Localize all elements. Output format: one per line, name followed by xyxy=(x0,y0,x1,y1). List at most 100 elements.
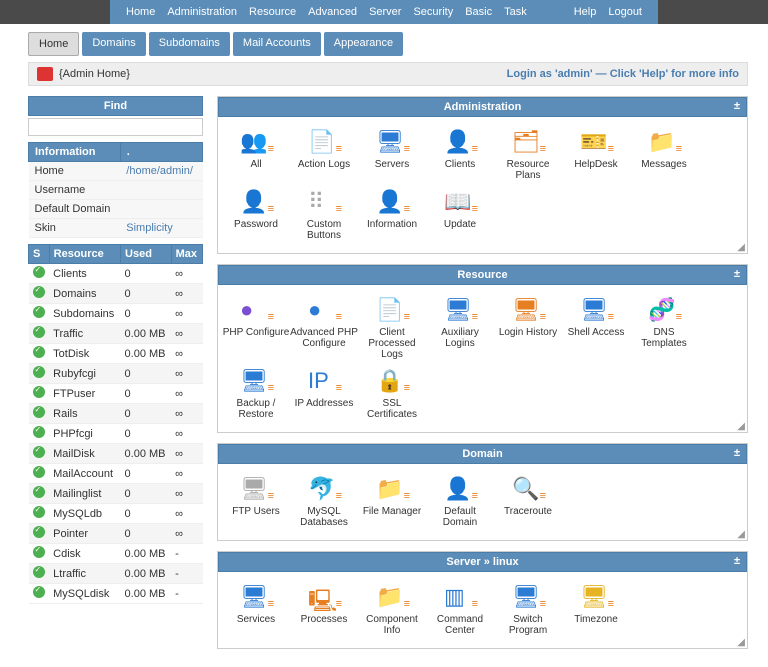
tab-home[interactable]: Home xyxy=(28,32,79,56)
item-information[interactable]: 👤≡Information xyxy=(358,189,426,241)
info-key: Username xyxy=(29,181,121,200)
tab-mail-accounts[interactable]: Mail Accounts xyxy=(233,32,321,56)
item-switch-program[interactable]: 🖥≡Switch Program xyxy=(494,584,562,636)
find-input[interactable] xyxy=(28,118,203,136)
res-name[interactable]: MailAccount xyxy=(49,464,120,484)
status-ok-icon xyxy=(33,586,45,598)
item-services[interactable]: 🖥≡Services xyxy=(222,584,290,636)
resize-handle-icon[interactable]: ◢ xyxy=(737,529,745,540)
item-icon: 🖳≡ xyxy=(306,584,342,610)
res-name[interactable]: Rails xyxy=(49,404,120,424)
item-client-processed-logs[interactable]: 📄≡Client Processed Logs xyxy=(358,297,426,360)
tab-subdomains[interactable]: Subdomains xyxy=(149,32,230,56)
item-clients[interactable]: 👤≡Clients xyxy=(426,129,494,181)
item-advanced-php-configure[interactable]: ●≡Advanced PHP Configure xyxy=(290,297,358,360)
item-command-center[interactable]: ▥≡Command Center xyxy=(426,584,494,636)
nav-resource[interactable]: Resource xyxy=(243,6,302,18)
item-traceroute[interactable]: 🔍≡Traceroute xyxy=(494,476,562,528)
info-val[interactable]: /home/admin/ xyxy=(120,162,202,181)
item-label: Command Center xyxy=(426,614,494,636)
info-key: Default Domain xyxy=(29,200,121,219)
item-processes[interactable]: 🖳≡Processes xyxy=(290,584,358,636)
item-helpdesk[interactable]: 🎫≡HelpDesk xyxy=(562,129,630,181)
res-name[interactable]: Ltraffic xyxy=(49,564,120,584)
item-icon: 🎫≡ xyxy=(578,129,614,155)
collapse-icon[interactable]: ± xyxy=(734,268,740,280)
resource-table: SResourceUsedMax Clients0∞Domains0∞Subdo… xyxy=(28,244,203,604)
status-ok-icon xyxy=(33,326,45,338)
status-ok-icon xyxy=(33,466,45,478)
item-messages[interactable]: 📁≡Messages xyxy=(630,129,698,181)
item-component-info[interactable]: 📁≡Component Info xyxy=(358,584,426,636)
nav-server[interactable]: Server xyxy=(363,6,407,18)
nav-security[interactable]: Security xyxy=(407,6,459,18)
item-ftp-users[interactable]: 🖥≡FTP Users xyxy=(222,476,290,528)
res-name[interactable]: TotDisk xyxy=(49,344,120,364)
res-name[interactable]: FTPuser xyxy=(49,384,120,404)
nav-advanced[interactable]: Advanced xyxy=(302,6,363,18)
status-cell xyxy=(29,364,50,384)
tab-domains[interactable]: Domains xyxy=(82,32,145,56)
item-file-manager[interactable]: 📁≡File Manager xyxy=(358,476,426,528)
item-login-history[interactable]: 🖥≡Login History xyxy=(494,297,562,360)
collapse-icon[interactable]: ± xyxy=(734,555,740,567)
item-icon: 🧬≡ xyxy=(646,297,682,323)
item-custom-buttons[interactable]: ⠿≡Custom Buttons xyxy=(290,189,358,241)
resize-handle-icon[interactable]: ◢ xyxy=(737,242,745,253)
collapse-icon[interactable]: ± xyxy=(734,100,740,112)
status-cell xyxy=(29,464,50,484)
find-panel-header: Find xyxy=(28,96,203,116)
item-update[interactable]: 📖≡Update xyxy=(426,189,494,241)
item-resource-plans[interactable]: 🗂≡Resource Plans xyxy=(494,129,562,181)
item-servers[interactable]: 🖥≡Servers xyxy=(358,129,426,181)
item-php-configure[interactable]: ●≡PHP Configure xyxy=(222,297,290,360)
tab-appearance[interactable]: Appearance xyxy=(324,32,403,56)
nav-home[interactable]: Home xyxy=(120,6,161,18)
logout-link[interactable]: Logout xyxy=(602,6,648,18)
item-ssl-certificates[interactable]: 🔒≡SSL Certificates xyxy=(358,368,426,420)
status-cell xyxy=(29,424,50,444)
item-label: Auxiliary Logins xyxy=(426,327,494,349)
item-action-logs[interactable]: 📄≡Action Logs xyxy=(290,129,358,181)
item-dns-templates[interactable]: 🧬≡DNS Templates xyxy=(630,297,698,360)
res-used: 0 xyxy=(121,284,172,304)
status-ok-icon xyxy=(33,366,45,378)
item-shell-access[interactable]: 🖥≡Shell Access xyxy=(562,297,630,360)
item-mysql-databases[interactable]: 🐬≡MySQL Databases xyxy=(290,476,358,528)
res-name[interactable]: Mailinglist xyxy=(49,484,120,504)
item-ip-addresses[interactable]: IP≡IP Addresses xyxy=(290,368,358,420)
res-name[interactable]: MySQLdisk xyxy=(49,584,120,604)
item-all[interactable]: 👥≡All xyxy=(222,129,290,181)
res-name[interactable]: Rubyfcgi xyxy=(49,364,120,384)
resize-handle-icon[interactable]: ◢ xyxy=(737,637,745,648)
res-name[interactable]: MySQLdb xyxy=(49,504,120,524)
nav-basic[interactable]: Basic xyxy=(459,6,498,18)
item-icon: 🖥≡ xyxy=(578,584,614,610)
res-name[interactable]: PHPfcgi xyxy=(49,424,120,444)
item-auxiliary-logins[interactable]: 🖥≡Auxiliary Logins xyxy=(426,297,494,360)
item-label: MySQL Databases xyxy=(290,506,358,528)
resize-handle-icon[interactable]: ◢ xyxy=(737,421,745,432)
item-default-domain[interactable]: 👤≡Default Domain xyxy=(426,476,494,528)
section-domain: Domain±🖥≡FTP Users🐬≡MySQL Databases📁≡Fil… xyxy=(217,443,748,541)
item-label: Servers xyxy=(358,159,426,170)
res-name[interactable]: MailDisk xyxy=(49,444,120,464)
status-cell xyxy=(29,344,50,364)
res-name[interactable]: Clients xyxy=(49,264,120,284)
collapse-icon[interactable]: ± xyxy=(734,447,740,459)
info-val[interactable]: Simplicity xyxy=(120,219,202,238)
item-icon: 🖥≡ xyxy=(238,584,274,610)
item-backup-restore[interactable]: 🖥≡Backup / Restore xyxy=(222,368,290,420)
item-label: Shell Access xyxy=(562,327,630,338)
res-name[interactable]: Domains xyxy=(49,284,120,304)
res-name[interactable]: Subdomains xyxy=(49,304,120,324)
item-password[interactable]: 👤≡Password xyxy=(222,189,290,241)
res-name[interactable]: Traffic xyxy=(49,324,120,344)
help-link[interactable]: Help xyxy=(568,6,603,18)
item-label: SSL Certificates xyxy=(358,398,426,420)
nav-administration[interactable]: Administration xyxy=(161,6,243,18)
nav-task[interactable]: Task xyxy=(498,6,533,18)
res-name[interactable]: Pointer xyxy=(49,524,120,544)
item-label: IP Addresses xyxy=(290,398,358,409)
item-timezone[interactable]: 🖥≡Timezone xyxy=(562,584,630,636)
